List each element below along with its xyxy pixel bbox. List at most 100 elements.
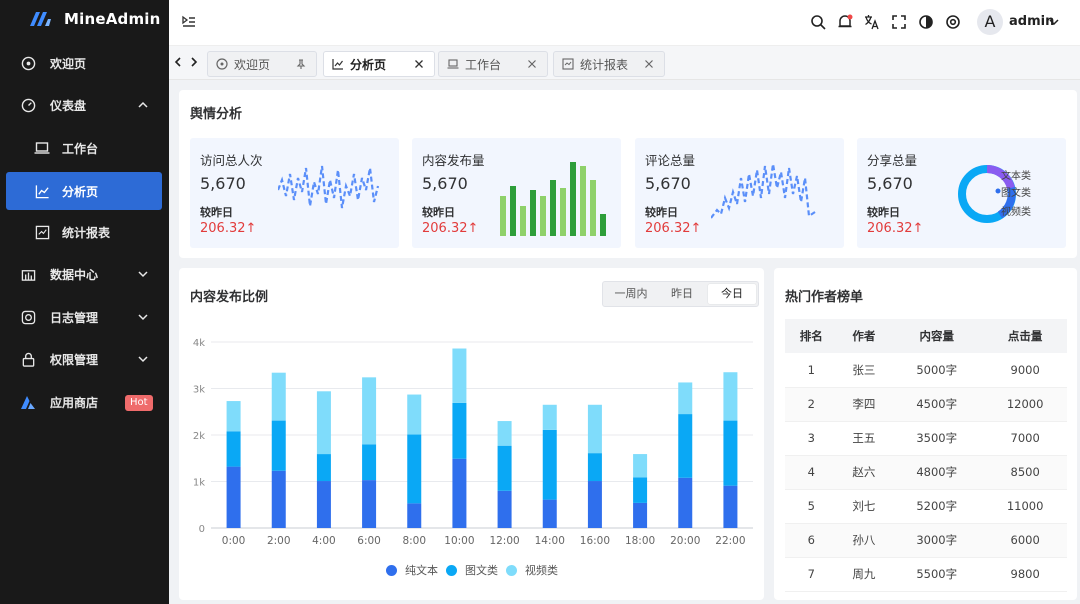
stat-compare-label: 较昨日 [867,206,900,219]
stat-title: 内容发布量 [422,153,485,168]
bar-segment[interactable] [678,477,693,528]
legend-dot [446,564,457,576]
chart-legend-item[interactable]: 图文类 [446,562,498,578]
fullscreen-icon[interactable] [891,14,907,30]
bar-segment[interactable] [542,499,557,528]
bar-segment[interactable] [316,481,331,528]
menu-fold-icon[interactable] [181,14,197,30]
sidebar-item-app-store[interactable]: 应用商店 Hot [0,383,169,421]
comments-sparkline [711,163,816,219]
sidebar-item-dashboard[interactable]: 仪表盘 [0,86,169,124]
sidebar-item-label: 仪表盘 [50,98,87,113]
bar-segment[interactable] [452,402,467,459]
close-icon[interactable] [414,59,424,69]
table-cell: 7 [785,557,838,592]
chevron-down-icon[interactable] [1049,17,1059,27]
username[interactable]: admin [1009,14,1054,29]
sidebar-item-workbench[interactable]: 工作台 [0,129,169,167]
bar-segment[interactable] [723,372,738,421]
tab-workbench[interactable]: 工作台 [438,51,548,77]
stat-change: 206.32↑ [200,221,257,236]
bar-segment[interactable] [633,454,648,478]
sidebar-item-report[interactable]: 统计报表 [0,213,169,251]
range-yesterday[interactable]: 昨日 [658,284,706,304]
bar-segment[interactable] [497,445,512,491]
top-header: A admin [169,0,1080,46]
sidebar-item-welcome[interactable]: 欢迎页 [0,44,169,82]
sidebar-item-data-center[interactable]: 数据中心 [0,255,169,293]
bar-segment[interactable] [362,377,377,445]
bar-segment[interactable] [271,470,286,528]
chart-legend-item[interactable]: 纯文本 [386,562,438,578]
bell-icon[interactable] [837,14,853,30]
table-cell: 1 [785,353,838,388]
bar-segment[interactable] [316,454,331,482]
table-row: 6 孙八 3000字 6000 [785,523,1067,558]
app-logo[interactable]: MineAdmin [0,0,169,38]
bar-segment[interactable] [587,453,602,482]
bar-segment[interactable] [542,429,557,500]
sidebar-item-label: 统计报表 [62,225,111,240]
range-today[interactable]: 今日 [708,284,756,304]
x-tick-label: 10:00 [444,535,474,547]
bar-segment[interactable] [723,420,738,486]
close-icon[interactable] [644,59,654,69]
theme-toggle-icon[interactable] [918,14,934,30]
bar-segment[interactable] [452,458,467,528]
bar-segment[interactable] [226,431,241,467]
sidebar-item-permissions[interactable]: 权限管理 [0,340,169,378]
table-cell: 6 [785,523,838,558]
table-row: 1 张三 5000字 9000 [785,353,1067,388]
bar-segment[interactable] [452,348,467,403]
y-tick-label: 4k [193,338,205,349]
sidebar-item-label: 工作台 [62,141,99,156]
bar-segment[interactable] [316,391,331,455]
bar-segment[interactable] [542,404,557,430]
share-legend-item: 视频类 [1001,207,1031,218]
table-cell: 刘七 [837,489,891,524]
chevron-right-icon[interactable] [189,57,199,67]
bar-segment[interactable] [723,485,738,528]
bar-segment[interactable] [633,477,648,503]
bar-segment[interactable] [587,404,602,454]
stat-compare-label: 较昨日 [422,206,455,219]
legend-dot [506,564,517,576]
bar-segment[interactable] [226,466,241,528]
table-cell: 8500 [983,455,1067,490]
dashboard-dial-icon [216,58,228,70]
stat-change: 206.32↑ [867,221,924,236]
table-cell: 孙八 [837,523,891,558]
range-week[interactable]: 一周内 [607,284,655,304]
bar-segment[interactable] [362,480,377,528]
bar-segment[interactable] [678,382,693,415]
tab-welcome[interactable]: 欢迎页 [207,51,317,77]
bar-segment[interactable] [587,481,602,528]
y-tick-label: 2k [193,431,205,442]
bar-segment[interactable] [271,420,286,471]
bar-segment[interactable] [407,503,422,528]
y-tick-label: 0 [199,524,205,535]
settings-icon[interactable] [945,14,961,30]
translate-icon[interactable] [864,14,880,30]
tab-report[interactable]: 统计报表 [553,51,665,77]
close-icon[interactable] [527,59,537,69]
bar-segment[interactable] [362,444,377,481]
bar-segment[interactable] [407,434,422,504]
avatar[interactable]: A [977,9,1003,35]
chevron-left-icon[interactable] [173,57,183,67]
pin-icon[interactable] [296,59,306,69]
stat-value: 5,670 [867,174,913,193]
chart-legend-item[interactable]: 视频类 [506,562,558,578]
sidebar-item-logs[interactable]: 日志管理 [0,298,169,336]
bar-segment[interactable] [271,372,286,421]
bar-segment[interactable] [497,421,512,446]
table-cell: 5000字 [890,353,984,388]
tab-analysis[interactable]: 分析页 [323,51,435,77]
bar-segment[interactable] [678,414,693,478]
sidebar-item-analysis[interactable]: 分析页 [6,172,162,210]
bar-segment[interactable] [226,401,241,432]
bar-segment[interactable] [407,394,422,435]
bar-segment[interactable] [497,490,512,528]
search-icon[interactable] [810,14,826,30]
bar-segment[interactable] [633,502,648,528]
